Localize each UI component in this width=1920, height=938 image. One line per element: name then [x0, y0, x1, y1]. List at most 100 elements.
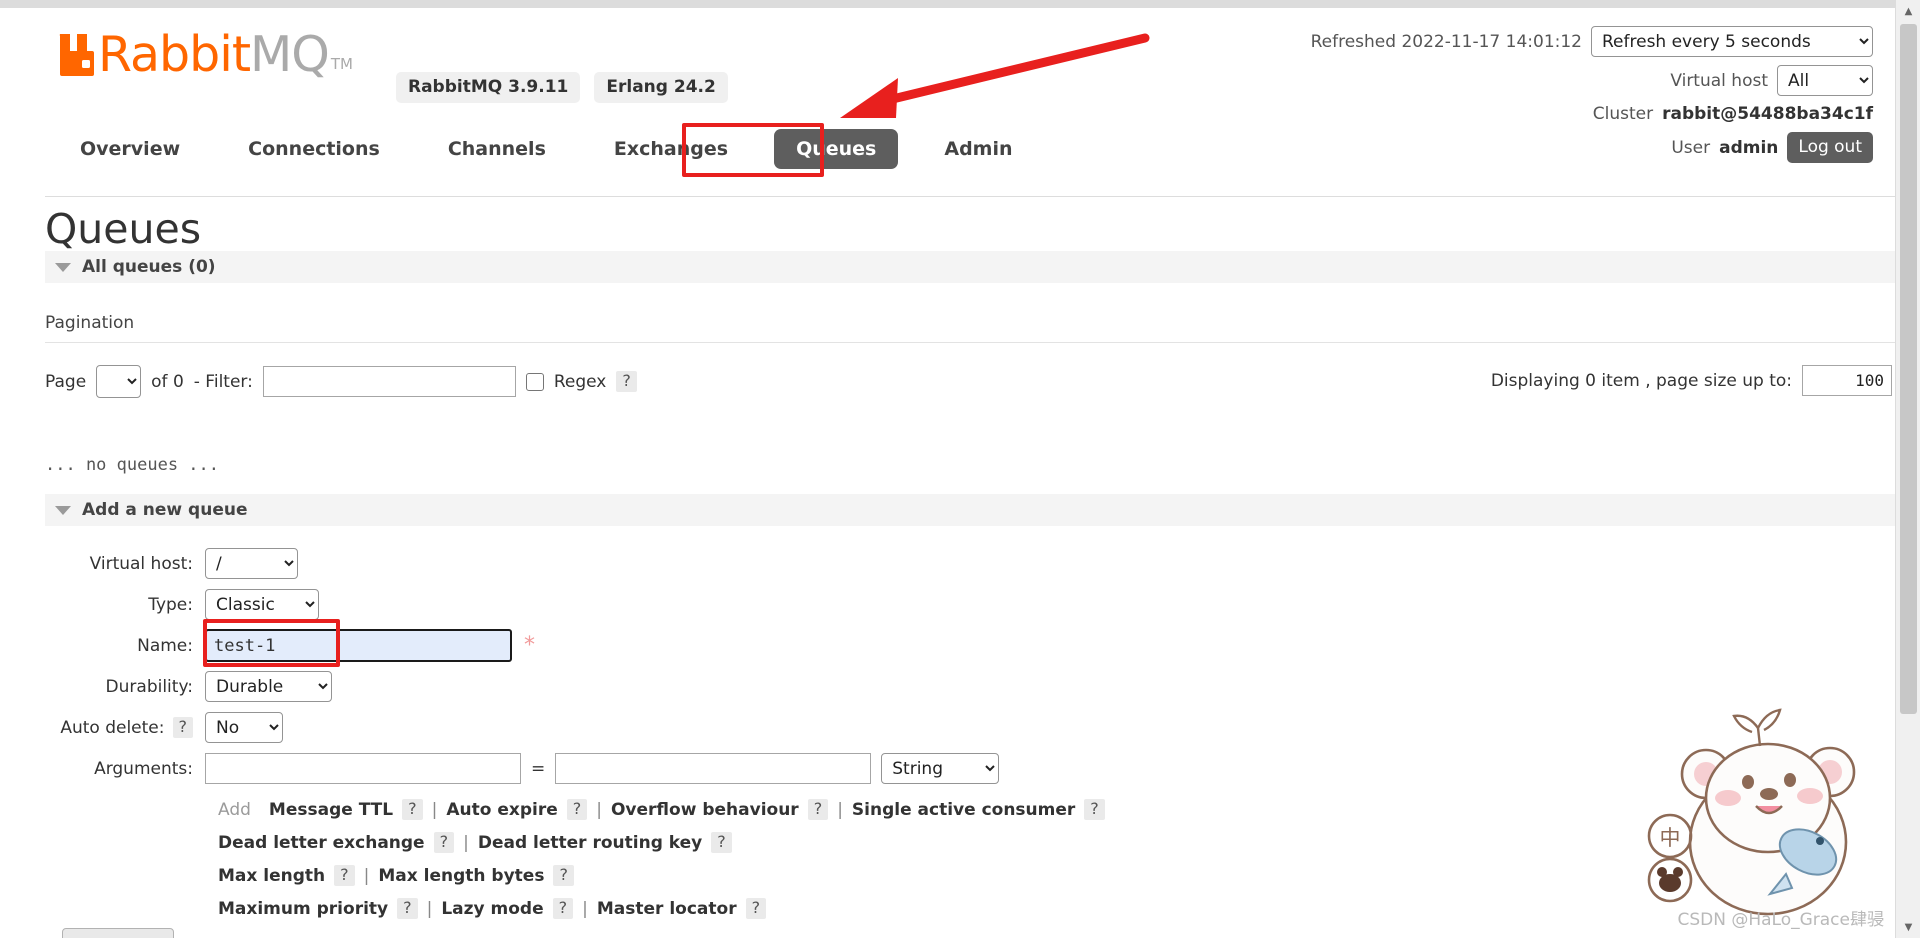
preset-auto-expire[interactable]: Auto expire — [446, 800, 557, 820]
filter-input[interactable] — [262, 366, 516, 397]
page-of-label: of 0 — [151, 371, 184, 392]
auto-delete-field: No — [205, 712, 283, 743]
regex-label: Regex — [553, 371, 607, 392]
scrollbar-thumb[interactable] — [1900, 24, 1917, 714]
page-header: Rabbit MQ TM RabbitMQ 3.9.11 Erlang 24.2… — [0, 8, 1895, 163]
preset-dead-letter-routing-key[interactable]: Dead letter routing key — [478, 833, 702, 853]
max-length-bytes-help-icon[interactable]: ? — [553, 865, 574, 886]
add-queue-title: Add a new queue — [82, 500, 248, 520]
regex-help-icon[interactable]: ? — [616, 371, 637, 392]
nav-item-exchanges[interactable]: Exchanges — [592, 129, 750, 169]
main-navigation: Overview Connections Channels Exchanges … — [0, 126, 1895, 172]
lazy-mode-help-icon[interactable]: ? — [552, 898, 574, 919]
displaying-label: Displaying 0 item , page size up to: — [1490, 370, 1792, 391]
pill-rabbitmq-version: RabbitMQ 3.9.11 — [396, 72, 581, 103]
refresh-row: Refreshed 2022-11-17 14:01:12 Refresh ev… — [1311, 26, 1873, 57]
preset-row-3: Max length ? | Max length bytes ? — [0, 859, 1895, 892]
preset-max-length-bytes[interactable]: Max length bytes — [378, 866, 544, 886]
scroll-down-arrow-icon[interactable]: ▼ — [1896, 916, 1920, 938]
logo-text-mq: MQ — [250, 26, 330, 83]
section-add-new-queue[interactable]: Add a new queue — [45, 494, 1895, 526]
nav-item-connections[interactable]: Connections — [226, 129, 402, 169]
auto-expire-help-icon[interactable]: ? — [566, 799, 588, 820]
argument-type-select[interactable]: String — [881, 753, 1000, 784]
queue-name-input[interactable] — [205, 629, 512, 662]
nav-divider — [45, 196, 1895, 197]
refresh-interval-select[interactable]: Refresh every 5 seconds — [1591, 26, 1873, 57]
maximum-priority-help-icon[interactable]: ? — [397, 898, 418, 919]
preset-message-ttl[interactable]: Message TTL — [269, 800, 393, 820]
auto-delete-select[interactable]: No — [205, 712, 283, 743]
form-row-virtual-host: Virtual host: / — [0, 543, 1895, 584]
logo-trademark: TM — [330, 55, 353, 73]
collapse-triangle-icon[interactable] — [55, 262, 71, 272]
preset-row-2: Dead letter exchange ? | Dead letter rou… — [0, 826, 1895, 859]
separator: | — [363, 865, 370, 886]
preset-master-locator[interactable]: Master locator — [597, 899, 737, 919]
required-asterisk: * — [524, 632, 535, 658]
nav-item-overview[interactable]: Overview — [58, 129, 202, 169]
overflow-behaviour-help-icon[interactable]: ? — [807, 799, 829, 820]
dead-letter-exchange-help-icon[interactable]: ? — [433, 832, 455, 853]
collapse-triangle-icon[interactable] — [55, 505, 71, 515]
max-length-help-icon[interactable]: ? — [334, 865, 355, 886]
durability-field: Durable — [205, 671, 332, 702]
separator: | — [463, 832, 469, 853]
page-size-input[interactable] — [1802, 365, 1892, 396]
arguments-field: = String — [205, 753, 1000, 784]
page-number-select[interactable] — [96, 365, 142, 398]
name-label: Name: — [137, 635, 193, 656]
auto-delete-help-icon[interactable]: ? — [172, 717, 193, 738]
argument-presets: Add Message TTL ? | Auto expire ? | Over… — [0, 793, 1895, 925]
rabbitmq-logo-icon — [58, 32, 96, 78]
rabbitmq-logo[interactable]: Rabbit MQ TM — [58, 26, 353, 83]
preset-dead-letter-exchange[interactable]: Dead letter exchange — [218, 833, 425, 853]
separator: | — [837, 799, 843, 820]
pagination-label: Pagination — [45, 313, 135, 333]
auto-delete-label: Auto delete: — [60, 717, 165, 738]
preset-row-4: Maximum priority ? | Lazy mode ? | Maste… — [0, 892, 1895, 925]
form-row-arguments: Arguments: = String — [0, 748, 1895, 789]
preset-lazy-mode[interactable]: Lazy mode — [441, 899, 543, 919]
section-all-queues[interactable]: All queues (0) — [45, 251, 1895, 283]
separator: | — [426, 898, 433, 919]
logo-text-rabbit: Rabbit — [98, 26, 251, 83]
nav-item-channels[interactable]: Channels — [426, 129, 568, 169]
argument-value-input[interactable] — [555, 753, 872, 784]
arguments-label: Arguments: — [94, 758, 193, 779]
nav-item-admin[interactable]: Admin — [922, 129, 1034, 169]
scroll-up-arrow-icon[interactable]: ▲ — [1896, 0, 1920, 22]
separator: | — [596, 799, 602, 820]
preset-single-active-consumer[interactable]: Single active consumer — [852, 800, 1075, 820]
message-ttl-help-icon[interactable]: ? — [402, 799, 423, 820]
name-field: * — [205, 629, 535, 662]
durability-select[interactable]: Durable — [205, 671, 332, 702]
preset-maximum-priority[interactable]: Maximum priority — [218, 899, 388, 919]
page-title: Queues — [45, 205, 202, 253]
all-queues-title: All queues (0) — [82, 257, 216, 277]
add-argument-link[interactable]: Add — [218, 800, 251, 820]
cluster-label: Cluster — [1592, 104, 1654, 124]
add-queue-form: Virtual host: / Type: Classic Name: * — [0, 543, 1895, 789]
preset-overflow-behaviour[interactable]: Overflow behaviour — [611, 800, 799, 820]
auto-delete-label-wrap: Auto delete: ? — [0, 717, 205, 738]
vhost-filter-select[interactable]: All — [1777, 65, 1873, 96]
type-label: Type: — [148, 594, 193, 615]
preset-row-1: Add Message TTL ? | Auto expire ? | Over… — [0, 793, 1895, 826]
vhost-label: Virtual host — [1670, 70, 1768, 91]
preset-max-length[interactable]: Max length — [218, 866, 325, 886]
browser-top-strip — [0, 0, 1920, 8]
single-active-consumer-help-icon[interactable]: ? — [1084, 799, 1105, 820]
argument-key-input[interactable] — [205, 753, 521, 784]
page-scrollbar[interactable]: ▲ ▼ — [1895, 0, 1920, 938]
queue-type-select[interactable]: Classic — [205, 589, 319, 620]
dead-letter-routing-key-help-icon[interactable]: ? — [711, 832, 732, 853]
version-pills: RabbitMQ 3.9.11 Erlang 24.2 — [396, 72, 728, 103]
rabbitmq-management-page: Rabbit MQ TM RabbitMQ 3.9.11 Erlang 24.2… — [0, 0, 1920, 938]
virtual-host-select[interactable]: / — [205, 548, 298, 579]
nav-item-queues[interactable]: Queues — [774, 129, 899, 169]
add-queue-submit-button[interactable] — [62, 928, 174, 938]
master-locator-help-icon[interactable]: ? — [745, 898, 767, 919]
regex-checkbox[interactable] — [525, 372, 544, 391]
separator: | — [582, 898, 588, 919]
